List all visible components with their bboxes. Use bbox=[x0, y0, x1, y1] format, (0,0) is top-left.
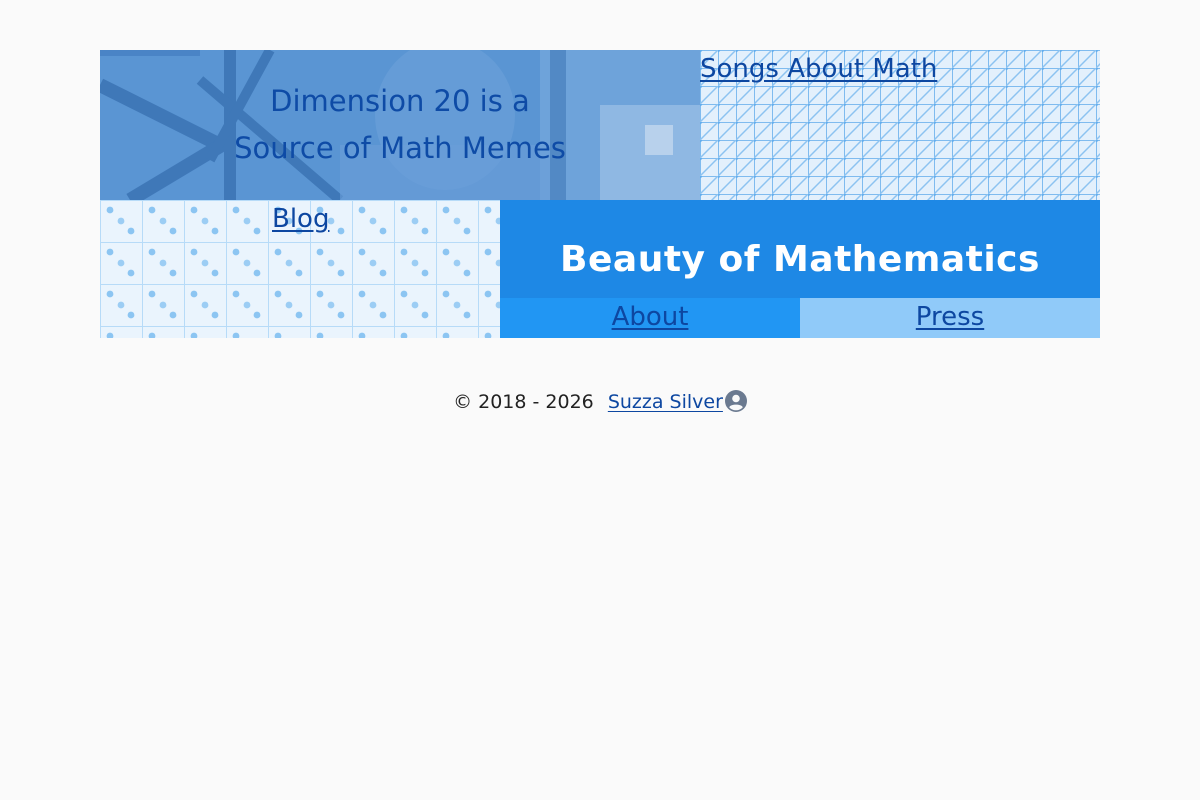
feature-title-line1: Dimension 20 is a bbox=[270, 84, 530, 118]
site-title[interactable]: Beauty of Mathematics bbox=[560, 219, 1040, 280]
about-tile[interactable]: About bbox=[500, 298, 800, 338]
press-link[interactable]: Press bbox=[916, 302, 984, 332]
feature-title[interactable]: Dimension 20 is a Source of Math Memes bbox=[200, 78, 600, 172]
page: Dimension 20 is a Source of Math Memes S… bbox=[0, 0, 1200, 800]
songs-about-math-link[interactable]: Songs About Math bbox=[700, 52, 937, 86]
copyright-text: © 2018 - 2026 bbox=[453, 391, 594, 413]
user-circle-icon bbox=[724, 390, 747, 422]
feature-tile[interactable]: Dimension 20 is a Source of Math Memes bbox=[100, 50, 700, 200]
blog-tile[interactable]: Blog bbox=[100, 200, 500, 338]
songs-tile[interactable]: Songs About Math bbox=[700, 50, 1100, 200]
site-title-tile[interactable]: Beauty of Mathematics bbox=[500, 200, 1100, 298]
about-link[interactable]: About bbox=[612, 302, 689, 332]
press-tile[interactable]: Press bbox=[800, 298, 1100, 338]
feature-title-line2: Source of Math Memes bbox=[234, 131, 566, 165]
blog-link[interactable]: Blog bbox=[272, 202, 329, 236]
author-link[interactable]: Suzza Silver bbox=[608, 391, 723, 413]
tile-grid: Dimension 20 is a Source of Math Memes S… bbox=[100, 50, 1100, 338]
footer: © 2018 - 2026 Suzza Silver bbox=[0, 386, 1200, 422]
